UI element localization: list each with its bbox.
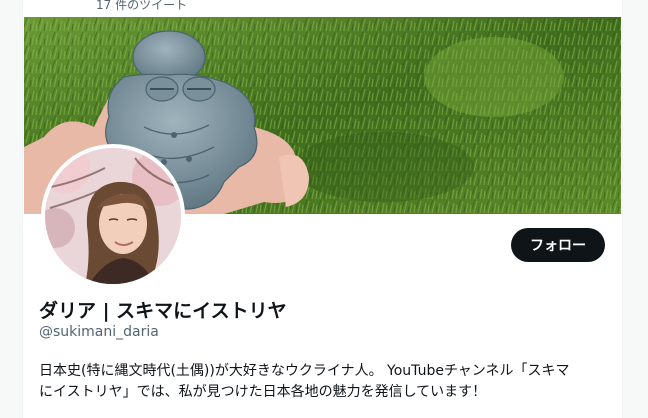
bio-line-2: にイストリヤ」では、私が見つけた日本各地の魅力を発信しています！ [39, 384, 487, 400]
display-name: ダリア | スキマにイストリヤ [39, 300, 287, 322]
avatar[interactable] [41, 144, 185, 288]
bio-line-1: 日本史(特に縄文時代(土偶))が大好きなウクライナ人。 YouTubeチャンネル… [39, 363, 570, 379]
tweet-count: 17 件のツイート [96, 0, 188, 12]
profile-bio: 日本史(特に縄文時代(土偶))が大好きなウクライナ人。 YouTubeチャンネル… [39, 361, 609, 403]
follow-button[interactable]: フォロー [511, 228, 605, 262]
profile-card: 17 件のツイート フォロー ダリア | スキマにイストリヤ @sukimani… [22, 0, 623, 418]
avatar-photo [45, 148, 181, 284]
user-handle: @sukimani_daria [39, 324, 159, 340]
